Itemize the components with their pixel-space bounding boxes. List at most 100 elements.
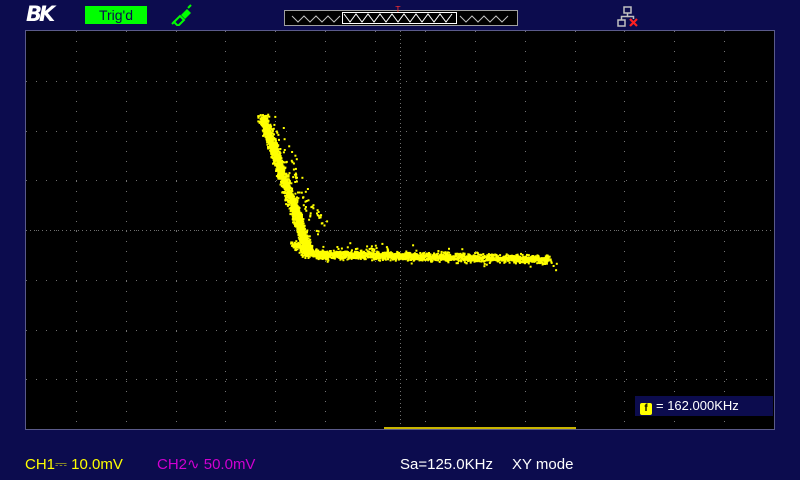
grid-dot [594,230,595,231]
grid-dot [325,51,326,52]
trace-point [301,255,304,258]
grid-dot [375,281,376,282]
trace-point [273,143,276,146]
grid-dot [498,230,499,231]
grid-dot [176,41,177,42]
grid-dot [416,131,417,132]
grid-dot [116,230,117,231]
grid-dot [624,161,625,162]
trace-point [550,260,553,263]
trace-point [304,249,306,252]
trace-point [372,253,375,255]
grid-dot [342,230,343,231]
trace-point [294,242,297,245]
grid-dot [746,379,747,380]
grid-dot [126,251,127,252]
grid-dot [400,63,401,64]
grid-dot [525,61,526,62]
grid-dot [400,235,401,236]
grid-dot [226,280,227,281]
grid-dot [126,180,127,181]
trace-point [297,218,300,221]
grid-dot [326,230,327,231]
trace-point [288,203,291,206]
trace-point [300,221,303,224]
grid-dot [575,251,576,252]
grid-dot [624,421,625,422]
grid-dot [400,359,401,360]
trace-point [267,140,270,143]
grid-dot [176,101,177,102]
grid-dot [676,180,677,181]
grid-dot [726,81,727,82]
grid-dot [656,131,657,132]
grid-dot [400,47,401,48]
trace-point [319,250,322,253]
grid-dot [400,243,401,244]
grid-dot [674,71,675,72]
grid-dot [226,131,227,132]
grid-dot [76,291,77,292]
waveform-display[interactable] [25,30,775,430]
grid-dot [575,161,576,162]
grid-dot [400,175,401,176]
grid-dot [550,230,551,231]
grid-dot [506,230,507,231]
grid-dot [126,341,127,342]
grid-dot [114,230,115,231]
grid-dot [624,351,625,352]
trace-point [259,114,262,117]
grid-dot [176,330,177,331]
grid-dot [400,191,401,192]
trace-point [477,255,480,258]
grid-dot [176,161,177,162]
grid-dot [400,303,401,304]
trace-point [377,259,380,262]
grid-dot [76,151,77,152]
trace-point [307,257,310,259]
trace-point [285,192,288,195]
grid-dot [602,230,603,231]
grid-dot [126,161,127,162]
trace-point [298,230,301,233]
trace-point [262,126,265,129]
trace-point [516,255,519,258]
trace-point [400,257,403,260]
grid-dot [375,31,376,32]
trace-point [292,217,295,220]
grid-dot [275,221,276,222]
trigger-position-strip[interactable]: T [284,6,518,26]
grid-dot [426,131,427,132]
grid-dot [724,391,725,392]
grid-dot [686,330,687,331]
trace-point [467,260,470,262]
grid-dot [674,211,675,212]
grid-dot [400,323,401,324]
grid-dot [276,330,277,331]
grid-dot [436,379,437,380]
grid-dot [436,280,437,281]
grid-dot [536,81,537,82]
trace-point [302,218,305,221]
trace-point [268,130,271,133]
grid-dot [166,280,167,281]
grid-dot [398,230,399,231]
grid-dot [76,371,77,372]
grid-dot [475,91,476,92]
grid-dot [425,261,426,262]
trace-point [342,259,345,262]
grid-dot [176,421,177,422]
grid-dot [176,271,177,272]
grid-dot [576,81,577,82]
grid-dot [126,291,127,292]
trace-point [301,226,304,229]
grid-dot [525,331,526,332]
grid-dot [400,335,401,336]
grid-dot [646,230,647,231]
grid-dot [356,230,357,231]
trace-point [292,176,295,179]
trace-point [411,253,414,256]
grid-dot [746,180,747,181]
grid-dot [126,221,127,222]
grid-dot [506,330,507,331]
